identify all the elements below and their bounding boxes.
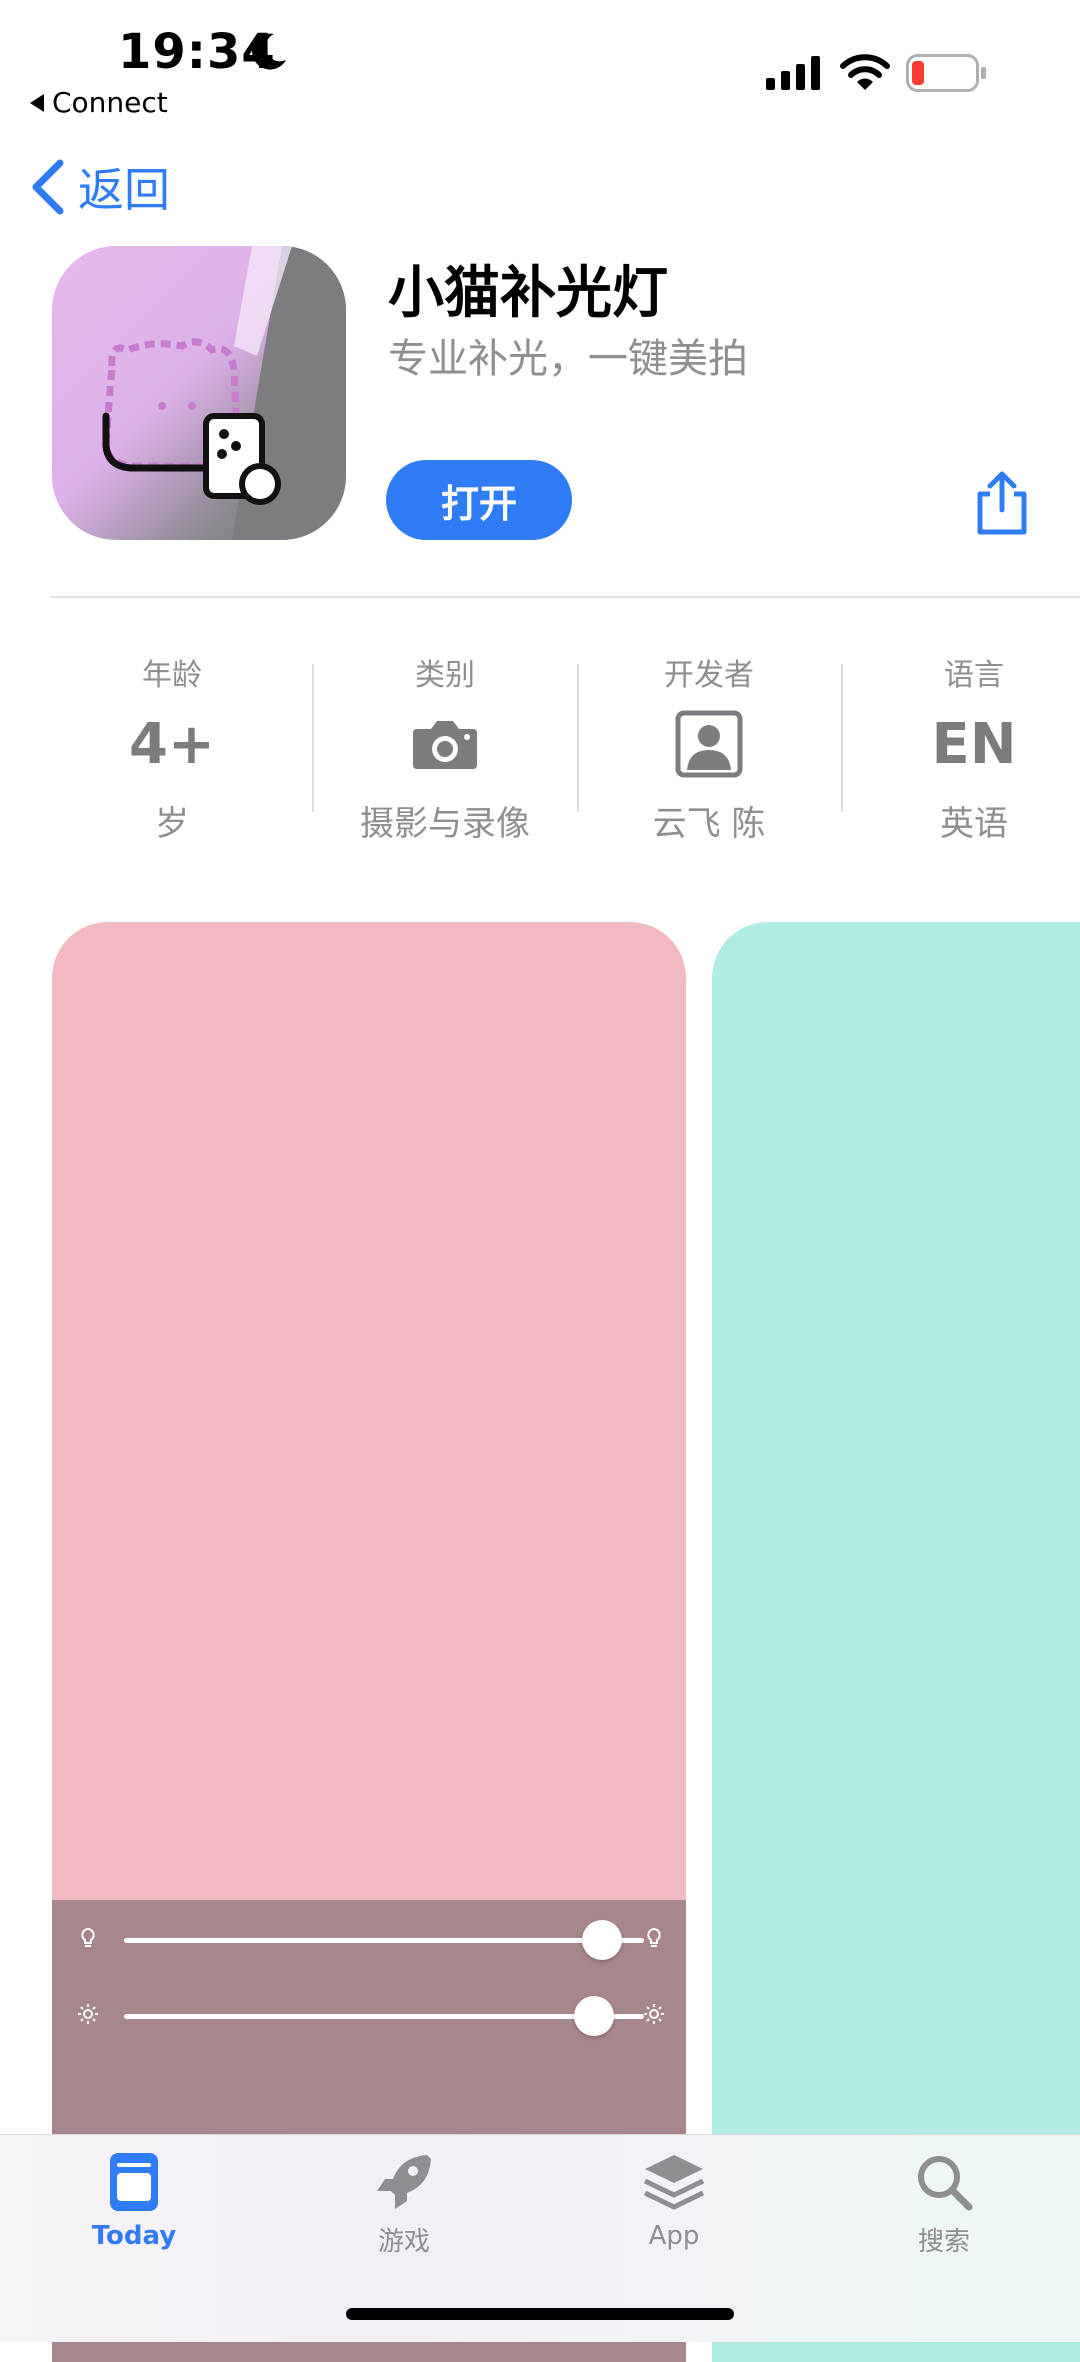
moon-icon	[252, 33, 286, 70]
info-language-value: EN	[931, 711, 1017, 777]
back-triangle-icon	[30, 93, 44, 112]
info-developer[interactable]: 开发者 云飞 陈	[577, 650, 841, 845]
info-developer-sub: 云飞 陈	[652, 804, 766, 844]
tab-apps[interactable]: App	[584, 2149, 764, 2251]
slider-track	[124, 1938, 644, 1943]
app-icon	[52, 246, 346, 540]
header-divider	[50, 596, 1080, 598]
info-language-label: 语言	[944, 658, 1004, 693]
slider-thumb[interactable]	[582, 1920, 622, 1960]
app-title: 小猫补光灯	[388, 261, 668, 326]
person-icon	[675, 710, 743, 778]
info-age-label: 年龄	[142, 658, 202, 693]
info-category-sub: 摄影与录像	[360, 804, 530, 844]
share-icon[interactable]	[972, 470, 1032, 536]
back-label: 返回	[78, 163, 170, 217]
tab-games[interactable]: 游戏	[314, 2149, 494, 2258]
info-developer-label: 开发者	[664, 658, 754, 693]
back-app-label: Connect	[52, 86, 168, 119]
info-language[interactable]: 语言 EN 英语	[842, 650, 1080, 845]
tab-search[interactable]: 搜索	[854, 2149, 1034, 2258]
brightness-high-icon	[644, 2004, 664, 2024]
slider-thumb[interactable]	[574, 1996, 614, 2036]
back-button[interactable]: 返回	[28, 154, 170, 220]
rocket-icon	[377, 2155, 431, 2209]
battery-icon	[906, 54, 986, 92]
signal-icon	[766, 56, 820, 90]
layers-icon	[643, 2155, 705, 2210]
info-age-value: 4+	[129, 711, 215, 777]
tab-today[interactable]: Today	[44, 2149, 224, 2251]
info-language-sub: 英语	[940, 804, 1008, 844]
chevron-left-icon	[32, 159, 64, 215]
tab-games-label: 游戏	[377, 2227, 430, 2257]
tab-search-label: 搜索	[917, 2227, 970, 2257]
search-icon	[918, 2156, 973, 2211]
info-category-label: 类别	[415, 658, 475, 693]
today-icon	[110, 2153, 158, 2211]
cat-with-phone-icon	[102, 246, 346, 540]
info-category[interactable]: 类别 摄影与录像	[313, 650, 577, 845]
slider-track	[124, 2014, 644, 2019]
app-subtitle: 专业补光，一键美拍	[388, 336, 748, 382]
bulb-large-icon	[647, 1927, 661, 1947]
tab-today-label: Today	[91, 2221, 177, 2251]
camera-icon	[413, 721, 477, 769]
back-to-connect[interactable]: Connect	[30, 86, 168, 119]
open-button[interactable]: 打开	[386, 460, 572, 540]
wifi-icon	[840, 54, 890, 90]
info-age: 年龄 4+ 岁	[40, 650, 304, 845]
info-age-sub: 岁	[155, 804, 189, 844]
tab-apps-label: App	[648, 2221, 700, 2251]
brightness-low-icon	[78, 2004, 98, 2024]
home-indicator	[346, 2308, 734, 2320]
bulb-small-icon	[81, 1927, 95, 1947]
